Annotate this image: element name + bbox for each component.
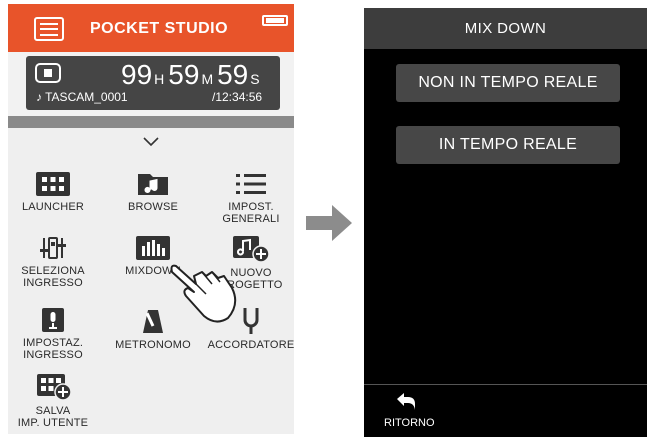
stop-icon	[35, 63, 61, 83]
microphone-icon	[42, 308, 64, 332]
list-icon	[236, 174, 266, 194]
realtime-button[interactable]: IN TEMPO REALE	[396, 126, 620, 164]
seconds-value: 59	[217, 59, 249, 90]
menu-button[interactable]	[34, 17, 64, 41]
chevron-down-icon[interactable]	[142, 136, 160, 148]
file-name: ♪ TASCAM_0001	[36, 90, 128, 104]
mixdown-icon	[136, 236, 170, 260]
metronome-icon	[143, 310, 163, 333]
left-screen: POCKET STUDIO 99 H 59 M 59 S ♪ TASCAM_0001 /1…	[8, 4, 294, 434]
input-settings-button[interactable]: IMPOSTAZ. INGRESSO	[8, 308, 98, 361]
total-time: /12:34:56	[212, 90, 263, 104]
metronome-label: METRONOMO	[115, 339, 191, 351]
right-screen: MIX DOWN NON IN TEMPO REALE IN TEMPO REA…	[364, 8, 647, 437]
counter-panel: 99 H 59 M 59 S ♪ TASCAM_0001 /12:34:56	[26, 56, 280, 110]
hand-pointer-icon	[170, 264, 237, 323]
general-settings-button[interactable]: IMPOST. GENERALI	[206, 172, 294, 225]
save-user-label-1: SALVA	[35, 405, 71, 417]
menu-line-icon	[40, 33, 58, 36]
time-counter: 99 H 59 M 59 S	[121, 59, 264, 91]
tuner-label: ACCORDATORE	[207, 339, 294, 351]
input-settings-label-1: IMPOSTAZ.	[22, 337, 84, 349]
minutes-unit: M	[201, 71, 214, 87]
hours-unit: H	[154, 71, 165, 87]
general-settings-label-1: IMPOST.	[228, 201, 274, 213]
screen-title: MIX DOWN	[364, 8, 647, 49]
launcher-grid-icon	[36, 172, 70, 196]
hours-value: 99	[121, 59, 153, 90]
music-folder-icon	[138, 174, 168, 195]
menu-line-icon	[40, 28, 58, 30]
launcher-label: LAUNCHER	[21, 201, 85, 213]
screen-title-text: MIX DOWN	[464, 20, 547, 37]
menu-overlay: LAUNCHER BROWSE IMPOST. GENERALI SELEZIO…	[8, 128, 294, 434]
save-user-icon	[37, 374, 72, 400]
back-arrow-icon	[397, 393, 415, 410]
input-select-button[interactable]: SELEZIONA INGRESSO	[8, 236, 98, 289]
minutes-value: 59	[168, 59, 200, 90]
back-button[interactable]: RITORNO	[384, 393, 435, 433]
battery-icon	[262, 15, 288, 26]
back-label: RITORNO	[384, 417, 435, 429]
save-user-settings-button[interactable]: SALVA IMP. UTENTE	[8, 374, 98, 429]
input-settings-label-2: INGRESSO	[23, 349, 83, 361]
menu-line-icon	[40, 22, 58, 25]
app-title: POCKET STUDIO	[90, 20, 229, 37]
browse-label: BROWSE	[127, 201, 179, 213]
general-settings-label-2: GENERALI	[222, 213, 280, 225]
seconds-unit: S	[250, 71, 260, 87]
app-header: POCKET STUDIO	[8, 4, 294, 52]
browse-button[interactable]: BROWSE	[108, 172, 198, 213]
save-user-label-2: IMP. UTENTE	[17, 417, 89, 429]
launcher-button[interactable]: LAUNCHER	[8, 172, 98, 213]
non-realtime-button[interactable]: NON IN TEMPO REALE	[396, 64, 620, 102]
arrow-right-icon	[306, 205, 352, 241]
input-select-icon	[40, 237, 66, 259]
input-select-label-2: INGRESSO	[23, 277, 83, 289]
input-select-label-1: SELEZIONA	[21, 265, 85, 277]
footer: RITORNO	[364, 384, 647, 437]
